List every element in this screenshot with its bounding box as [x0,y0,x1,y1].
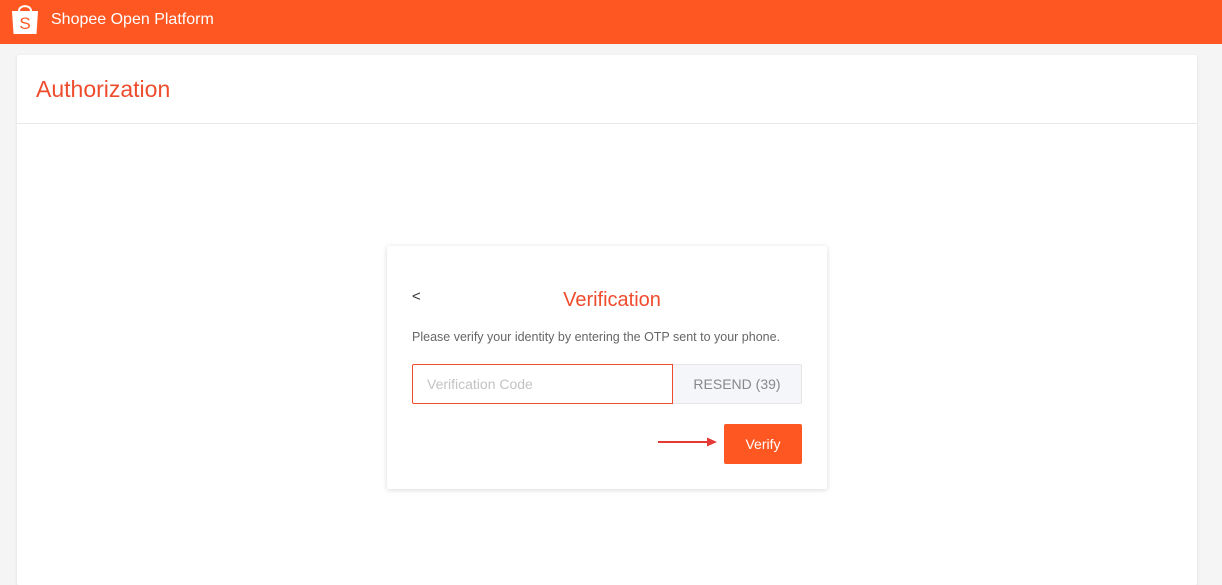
verify-button[interactable]: Verify [724,424,802,464]
page-title: Authorization [36,76,171,102]
verification-instructions: Please verify your identity by entering … [412,330,781,344]
brand-name: Shopee Open Platform [51,11,214,28]
panel-header: Authorization [17,55,1197,124]
verification-code-input[interactable] [412,364,673,404]
resend-button[interactable]: RESEND (39) [673,364,802,404]
top-navigation-bar: S Shopee Open Platform [0,0,1222,44]
logo-letter: S [19,14,30,33]
verification-card: < Verification Please verify your identi… [387,246,827,489]
arrow-annotation-icon [658,437,717,447]
authorization-panel: Authorization < Verification Please veri… [17,55,1197,585]
shopping-bag-icon[interactable]: S [10,2,40,36]
verification-title: Verification [563,289,661,311]
